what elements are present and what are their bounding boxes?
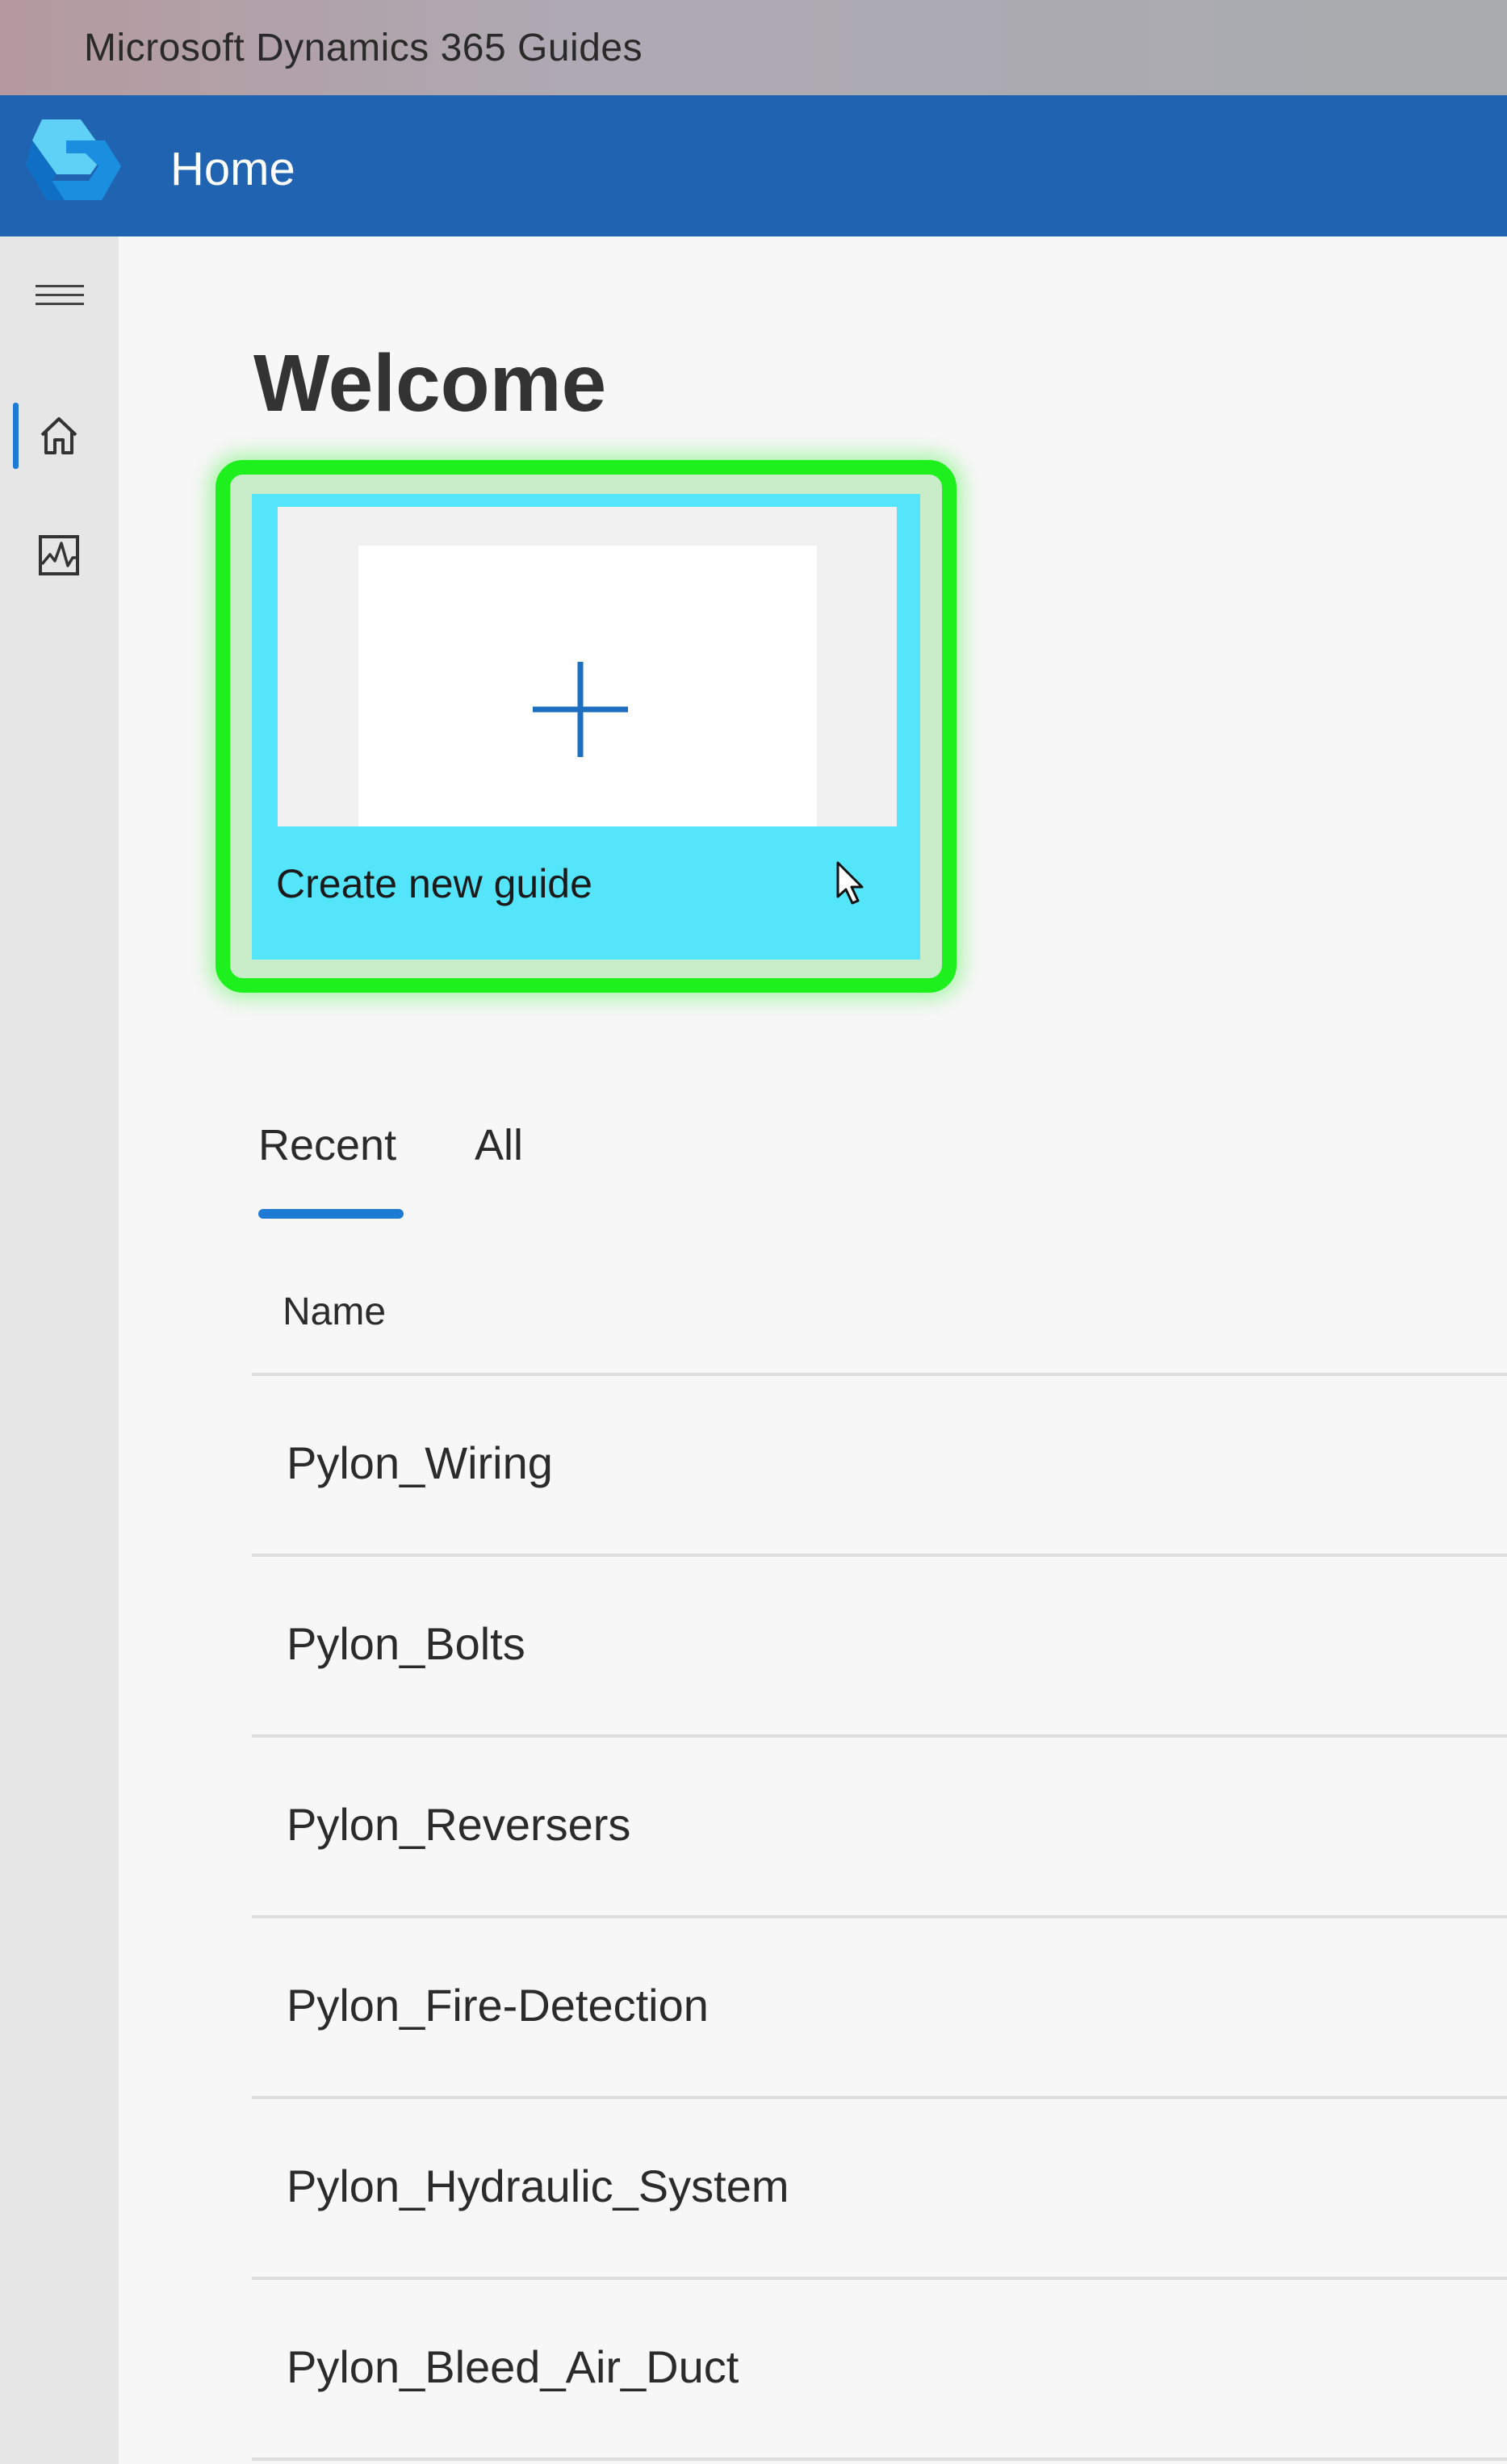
- sidebar-item-analytics[interactable]: [0, 517, 119, 592]
- mouse-cursor-icon: [836, 861, 864, 905]
- guide-list: Pylon_Wiring Pylon_Bolts Pylon_Reversers…: [252, 1376, 1507, 2461]
- window-titlebar: Microsoft Dynamics 365 Guides: [0, 0, 1507, 95]
- create-new-guide-label: Create new guide: [276, 861, 592, 906]
- guide-name: Pylon_Hydraulic_System: [287, 2161, 789, 2211]
- table-row[interactable]: Pylon_Bleed_Air_Duct: [252, 2280, 1507, 2461]
- active-tab-indicator: [258, 1209, 404, 1219]
- table-row[interactable]: Pylon_Wiring: [252, 1376, 1507, 1557]
- table-row[interactable]: Pylon_Bolts: [252, 1557, 1507, 1738]
- welcome-heading: Welcome: [253, 338, 607, 429]
- tab-recent[interactable]: Recent: [258, 1120, 396, 1170]
- guide-name: Pylon_Fire-Detection: [287, 1980, 709, 2031]
- guide-name: Pylon_Bleed_Air_Duct: [287, 2341, 739, 2392]
- column-header-name[interactable]: Name: [283, 1290, 386, 1334]
- sidebar-item-home[interactable]: [0, 398, 119, 472]
- app-header: Home: [0, 95, 1507, 236]
- table-row[interactable]: Pylon_Reversers: [252, 1738, 1507, 1918]
- plus-icon: [533, 662, 628, 757]
- guide-name: Pylon_Reversers: [287, 1799, 631, 1850]
- card-preview: [278, 507, 897, 826]
- page-header-title: Home: [170, 143, 295, 195]
- active-indicator: [13, 403, 19, 469]
- table-row[interactable]: Pylon_Hydraulic_System: [252, 2099, 1507, 2280]
- guide-name: Pylon_Wiring: [287, 1437, 553, 1488]
- window-title: Microsoft Dynamics 365 Guides: [84, 27, 643, 69]
- hamburger-menu-icon[interactable]: [36, 285, 84, 317]
- guide-name: Pylon_Bolts: [287, 1618, 525, 1669]
- tab-all[interactable]: All: [475, 1120, 523, 1170]
- create-new-guide-card[interactable]: Create new guide: [252, 494, 920, 960]
- table-row[interactable]: Pylon_Fire-Detection: [252, 1918, 1507, 2099]
- home-icon: [40, 417, 77, 454]
- analytics-icon: [39, 535, 79, 575]
- sidebar-nav: [0, 236, 119, 2464]
- dynamics-365-guides-logo: [26, 119, 121, 200]
